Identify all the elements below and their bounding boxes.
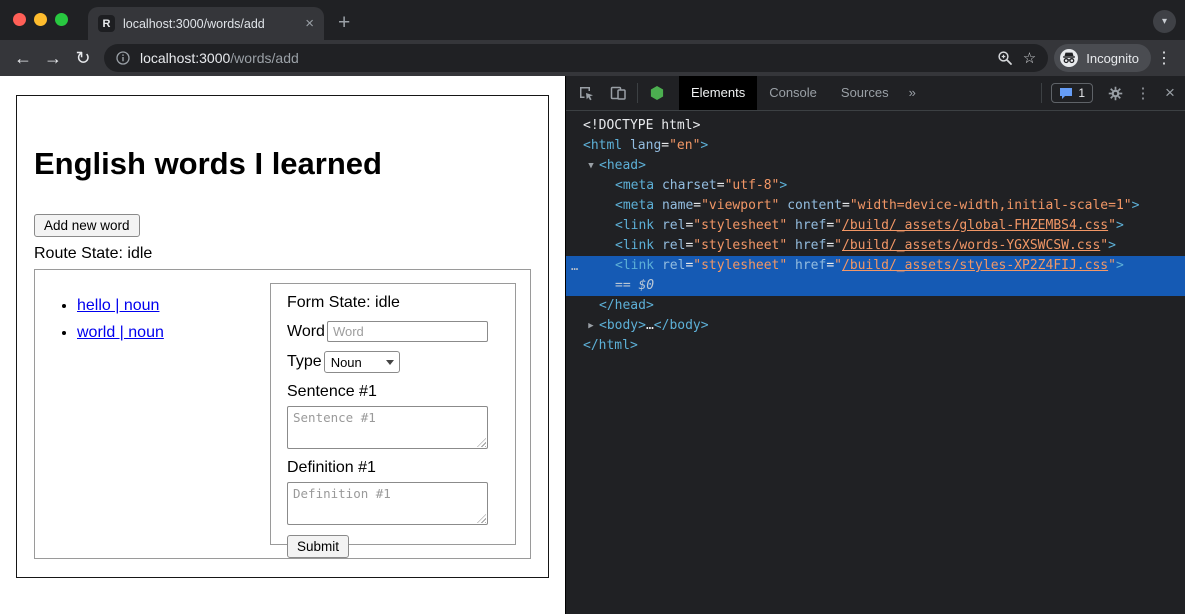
dom-tree-line[interactable]: == $0 xyxy=(566,276,1185,296)
add-word-form: Form State: idle Word Type Noun Sentence… xyxy=(270,283,516,545)
type-select[interactable]: Noun xyxy=(324,351,400,373)
dom-tree-line[interactable]: …<link rel="stylesheet" href="/build/_as… xyxy=(566,256,1185,276)
more-tabs-chevron[interactable]: » xyxy=(901,76,924,110)
word-list-item: world | noun xyxy=(77,324,164,342)
submit-button[interactable]: Submit xyxy=(287,535,349,558)
incognito-badge: Incognito xyxy=(1054,44,1151,72)
page-title: English words I learned xyxy=(34,146,531,182)
inspect-element-icon[interactable] xyxy=(570,76,602,110)
devtools-tab-elements[interactable]: Elements xyxy=(679,76,757,110)
form-state-text: Form State: idle xyxy=(287,294,499,312)
definition-label: Definition #1 xyxy=(287,459,499,477)
type-label: Type xyxy=(287,353,322,371)
devtools-panel: ElementsConsoleSources » 1 xyxy=(565,76,1185,614)
bookmark-star-icon[interactable]: ☆ xyxy=(1023,51,1036,66)
browser-menu-kebab-icon[interactable]: ⋮ xyxy=(1151,48,1177,68)
select-dropdown-arrow-icon xyxy=(386,360,394,365)
window-controls xyxy=(13,13,68,26)
dom-tree-line[interactable]: <link rel="stylesheet" href="/build/_ass… xyxy=(566,236,1185,256)
sentence-label: Sentence #1 xyxy=(287,383,499,401)
web-page: English words I learned Add new word Rou… xyxy=(0,76,565,614)
devtools-toolbar: ElementsConsoleSources » 1 xyxy=(566,76,1185,111)
dom-tree: <!DOCTYPE html><html lang="en">▼<head><m… xyxy=(566,111,1185,614)
browser-toolbar: ← → ↻ localhost:3000/words/add ☆ Incogni… xyxy=(0,40,1185,76)
word-link[interactable]: world | noun xyxy=(77,324,164,341)
dom-tree-line[interactable]: <!DOCTYPE html> xyxy=(566,116,1185,136)
devtools-close-icon[interactable]: × xyxy=(1155,83,1185,103)
dom-tree-line[interactable]: ▶<body>…</body> xyxy=(566,316,1185,336)
url-host: localhost:3000 xyxy=(140,50,230,66)
zoom-window-button[interactable] xyxy=(55,13,68,26)
incognito-icon xyxy=(1060,49,1078,67)
issues-badge[interactable]: 1 xyxy=(1051,83,1093,103)
remix-favicon-icon: R xyxy=(98,15,115,32)
new-tab-button[interactable]: + xyxy=(338,12,350,33)
type-select-value: Noun xyxy=(331,355,362,370)
issues-count: 1 xyxy=(1078,86,1085,100)
tab-close-icon[interactable]: × xyxy=(305,16,314,31)
back-icon[interactable]: ← xyxy=(8,43,38,73)
word-input[interactable] xyxy=(327,321,488,342)
dom-tree-line[interactable]: </head> xyxy=(566,296,1185,316)
dom-tree-line[interactable]: <link rel="stylesheet" href="/build/_ass… xyxy=(566,216,1185,236)
dom-tree-line[interactable]: <meta name="viewport" content="width=dev… xyxy=(566,196,1185,216)
dom-tree-line[interactable]: </html> xyxy=(566,336,1185,356)
tab-title: localhost:3000/words/add xyxy=(123,17,297,31)
zoom-magnifier-icon[interactable] xyxy=(997,50,1013,66)
page-info-icon[interactable] xyxy=(116,51,130,65)
incognito-label: Incognito xyxy=(1086,51,1139,66)
add-word-button[interactable]: Add new word xyxy=(34,214,140,237)
device-toolbar-icon[interactable] xyxy=(602,76,634,110)
expanded-arrow-icon[interactable]: ▼ xyxy=(584,156,598,176)
toolbar-divider xyxy=(637,83,638,103)
toolbar-divider xyxy=(1041,83,1042,103)
devtools-tab-console[interactable]: Console xyxy=(757,76,829,110)
definition-textarea[interactable] xyxy=(287,482,488,525)
word-label: Word xyxy=(287,323,325,341)
url-path: /words/add xyxy=(230,50,298,66)
word-list: hello | noun world | noun xyxy=(49,297,164,545)
dom-tree-line[interactable]: <html lang="en"> xyxy=(566,136,1185,156)
devtools-menu-kebab-icon[interactable]: ⋮ xyxy=(1131,84,1155,102)
tab-strip: R localhost:3000/words/add × + ▾ xyxy=(0,0,1185,40)
tab-search-button[interactable]: ▾ xyxy=(1153,10,1176,33)
dom-tree-line[interactable]: ▼<head> xyxy=(566,156,1185,176)
word-link[interactable]: hello | noun xyxy=(77,297,159,314)
browser-tab[interactable]: R localhost:3000/words/add × xyxy=(88,7,324,40)
close-window-button[interactable] xyxy=(13,13,26,26)
words-panel: hello | noun world | noun Form State: idl… xyxy=(34,269,531,559)
message-bubble-icon xyxy=(1059,87,1073,100)
address-bar[interactable]: localhost:3000/words/add ☆ xyxy=(104,44,1048,72)
settings-gear-icon[interactable] xyxy=(1099,76,1131,110)
devtools-tab-sources[interactable]: Sources xyxy=(829,76,901,110)
route-state-text: Route State: idle xyxy=(34,245,531,263)
url-text: localhost:3000/words/add xyxy=(140,50,299,66)
forward-icon[interactable]: → xyxy=(38,43,68,73)
devtools-tabs: ElementsConsoleSources xyxy=(679,76,901,110)
app-container: English words I learned Add new word Rou… xyxy=(16,95,549,578)
word-list-item: hello | noun xyxy=(77,297,164,315)
reload-icon[interactable]: ↻ xyxy=(68,43,98,73)
minimize-window-button[interactable] xyxy=(34,13,47,26)
dom-tree-line[interactable]: <meta charset="utf-8"> xyxy=(566,176,1185,196)
collapsed-arrow-icon[interactable]: ▶ xyxy=(584,316,598,336)
extension-hexagon-icon[interactable] xyxy=(641,76,673,110)
sentence-textarea[interactable] xyxy=(287,406,488,449)
node-overflow-dots-icon[interactable]: … xyxy=(571,256,578,276)
